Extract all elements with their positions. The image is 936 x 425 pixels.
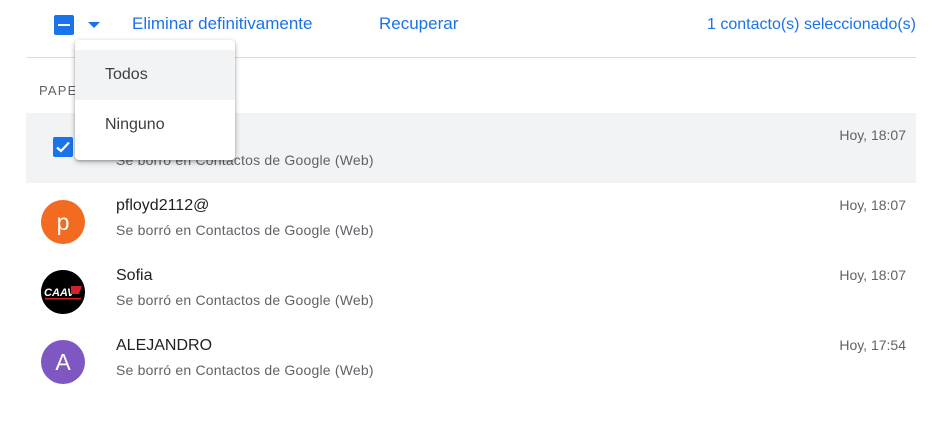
caav-logo-icon: CAAV <box>41 270 85 314</box>
contact-row[interactable]: A ALEJANDRO Se borró en Contactos de Goo… <box>26 323 916 393</box>
avatar: CAAV <box>41 270 85 314</box>
avatar: A <box>41 340 85 384</box>
contact-time: Hoy, 18:07 <box>839 127 906 143</box>
contact-name: pfloyd2112@ <box>116 197 210 214</box>
contact-subtitle: Se borró en Contactos de Google (Web) <box>116 292 374 308</box>
select-dropdown-menu: Todos Ninguno <box>75 40 235 160</box>
contact-subtitle: Se borró en Contactos de Google (Web) <box>116 362 374 378</box>
contact-row[interactable]: CAAV Sofia Se borró en Contactos de Goog… <box>26 253 916 323</box>
delete-permanently-button[interactable]: Eliminar definitivamente <box>132 14 312 34</box>
contact-name: ALEJANDRO <box>116 337 213 354</box>
check-icon <box>56 141 70 153</box>
contact-row[interactable]: p pfloyd2112@ Se borró en Contactos de G… <box>26 183 916 253</box>
menu-padding <box>75 40 235 50</box>
chevron-down-icon[interactable] <box>88 22 100 28</box>
menu-item-todos[interactable]: Todos <box>75 50 235 100</box>
selected-count: 1 contacto(s) seleccionado(s) <box>707 16 916 33</box>
contact-time: Hoy, 17:54 <box>839 337 906 353</box>
recover-button[interactable]: Recuperar <box>379 14 458 34</box>
contact-time: Hoy, 18:07 <box>839 267 906 283</box>
select-all-checkbox[interactable] <box>54 15 74 35</box>
section-label: PAPE <box>39 83 78 98</box>
contact-subtitle: Se borró en Contactos de Google (Web) <box>116 222 374 238</box>
contact-time: Hoy, 18:07 <box>839 197 906 213</box>
avatar: p <box>41 200 85 244</box>
menu-item-ninguno[interactable]: Ninguno <box>75 100 235 150</box>
row-checkbox[interactable] <box>53 137 73 157</box>
contact-name: Sofia <box>116 267 153 284</box>
